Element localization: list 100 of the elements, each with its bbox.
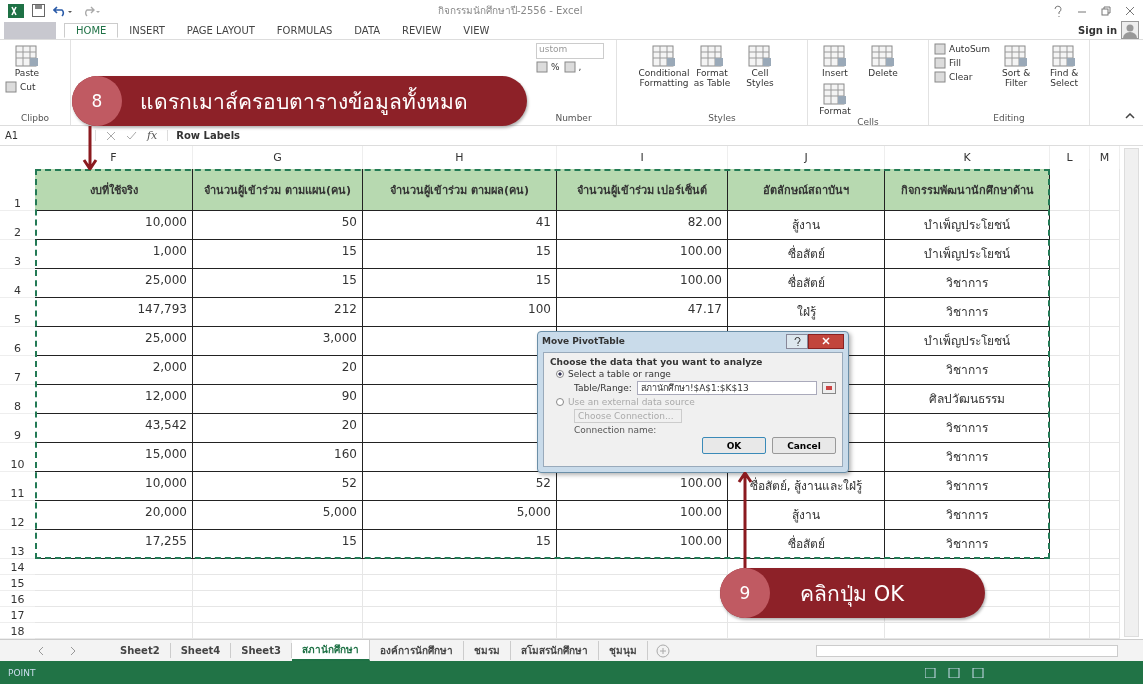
collapse-ribbon-icon[interactable] <box>1125 113 1135 119</box>
ribbon-tab[interactable]: PAGE LAYOUT <box>175 23 266 37</box>
ribbon-button[interactable]: AutoSum <box>934 43 991 55</box>
ribbon-tab[interactable]: INSERT <box>118 23 176 37</box>
row-header[interactable]: 16 <box>0 591 35 608</box>
name-box[interactable]: A1 <box>2 130 96 142</box>
command-icon <box>563 61 576 73</box>
ribbon-tab[interactable]: REVIEW <box>391 23 453 37</box>
table-icon <box>1003 43 1030 69</box>
help-icon[interactable] <box>1053 4 1063 17</box>
view-buttons-icon[interactable] <box>925 667 985 678</box>
empty-cell <box>1090 591 1120 608</box>
sheet-tab[interactable]: Sheet4 <box>170 643 232 659</box>
undo-icon[interactable] <box>53 4 73 17</box>
ribbon-button[interactable]: Fill <box>934 57 991 69</box>
table-cell: 25,000 <box>35 327 193 357</box>
formula-field[interactable]: Row Labels <box>167 130 1143 142</box>
row-header[interactable]: 4 <box>0 269 35 299</box>
ribbon-button[interactable]: Clear <box>934 71 991 83</box>
row-header[interactable]: 5 <box>0 298 35 328</box>
table-cell: 82.00 <box>557 211 728 241</box>
column-header[interactable]: L <box>1050 146 1090 170</box>
window-title: กิจกรรมนักศึกษาปี-2556 - Excel <box>438 4 584 18</box>
help-button[interactable] <box>786 333 808 349</box>
row-header[interactable]: 17 <box>0 607 35 624</box>
sheet-tab[interactable]: Sheet2 <box>110 643 171 659</box>
sign-in-link[interactable]: Sign in <box>1078 24 1117 36</box>
row-header[interactable]: 6 <box>0 327 35 357</box>
horizontal-scrollbar[interactable] <box>816 644 1118 657</box>
add-sheet-icon[interactable] <box>655 643 670 658</box>
range-field[interactable]: สภานักศึกษา!$A$1:$K$13 <box>636 381 817 396</box>
ribbon-button[interactable]: Sort & Filter <box>994 43 1039 89</box>
ribbon-tab[interactable]: FORMULAS <box>265 23 344 37</box>
group-label: Cells <box>856 116 880 127</box>
table-cell: สู้งาน <box>728 501 885 531</box>
sheet-tab[interactable]: สภานักศึกษา <box>291 640 370 662</box>
table-cell: 5,000 <box>363 501 557 531</box>
close-icon[interactable] <box>1125 5 1135 16</box>
empty-cell <box>1050 607 1090 624</box>
empty-cell <box>1050 169 1090 212</box>
sheet-tab[interactable]: สโมสรนักศึกษา <box>510 641 599 661</box>
column-header[interactable]: M <box>1090 146 1120 170</box>
dialog-prompt: Choose the data that you want to analyze <box>550 357 764 368</box>
ribbon-button[interactable]: Cell Styles <box>738 43 782 89</box>
previous-sheet-icon[interactable] <box>38 646 44 655</box>
table-cell: บำเพ็ญประโยชน์ <box>885 240 1050 270</box>
ribbon-button[interactable]: Format <box>813 80 857 117</box>
ribbon-button[interactable]: Cut <box>5 80 36 93</box>
ribbon-button[interactable]: Paste <box>5 43 49 79</box>
radio-button[interactable] <box>556 370 564 379</box>
close-button[interactable] <box>808 333 844 349</box>
row-header[interactable]: 12 <box>0 501 35 531</box>
command-icon <box>5 80 17 93</box>
table-cell: สู้งาน <box>728 211 885 241</box>
ribbon-tab[interactable]: VIEW <box>452 23 501 37</box>
ribbon-button[interactable]: , <box>563 61 582 73</box>
status-mode: POINT <box>8 667 36 678</box>
excel-logo-icon <box>8 3 24 18</box>
user-avatar-icon[interactable] <box>1121 21 1139 39</box>
row-header[interactable]: 14 <box>0 559 35 576</box>
ribbon-button[interactable]: % <box>536 61 560 73</box>
sheet-tab[interactable]: ชมรม <box>463 641 511 661</box>
insert-function-button[interactable]: fx <box>147 129 158 143</box>
table-icon <box>699 43 725 69</box>
row-header[interactable]: 11 <box>0 472 35 502</box>
next-sheet-icon[interactable] <box>70 646 76 655</box>
ribbon-button[interactable]: Format as Table <box>690 43 734 89</box>
row-header[interactable]: 9 <box>0 414 35 444</box>
vertical-scrollbar[interactable] <box>1124 148 1139 638</box>
row-header[interactable]: 8 <box>0 385 35 415</box>
option-label[interactable]: Select a table or range <box>568 369 671 380</box>
step-number: 9 <box>720 568 770 619</box>
save-icon[interactable] <box>32 4 45 17</box>
row-header[interactable]: 15 <box>0 575 35 592</box>
row-header[interactable]: 2 <box>0 211 35 241</box>
row-header[interactable]: 13 <box>0 530 35 560</box>
row-header[interactable]: 7 <box>0 356 35 386</box>
ribbon-button[interactable]: Insert <box>813 43 857 79</box>
sheet-tab[interactable]: องค์การนักศึกษา <box>369 641 464 661</box>
empty-cell <box>1050 240 1090 270</box>
empty-cell <box>1050 298 1090 328</box>
radio-button[interactable] <box>556 398 564 407</box>
table-cell: 100 <box>363 298 557 328</box>
collapse-dialog-icon[interactable] <box>822 382 836 395</box>
ok-button[interactable]: OK <box>702 437 766 455</box>
cancel-button[interactable]: Cancel <box>772 437 836 455</box>
sheet-tab[interactable]: ชุมนุม <box>598 641 648 661</box>
restore-icon[interactable] <box>1101 5 1111 16</box>
empty-cell <box>1050 327 1090 357</box>
ribbon-button[interactable]: Find & Select <box>1042 43 1087 89</box>
row-header[interactable]: 10 <box>0 443 35 473</box>
group-label: Number <box>554 113 593 123</box>
row-header[interactable]: 3 <box>0 240 35 270</box>
cancel-icon[interactable] <box>106 130 116 141</box>
ribbon-button[interactable]: Delete <box>861 43 905 79</box>
check-icon[interactable] <box>126 130 137 141</box>
ribbon-tab[interactable]: DATA <box>343 23 392 37</box>
empty-cell <box>1090 472 1120 502</box>
ribbon-tab[interactable]: HOME <box>64 22 119 38</box>
sheet-tab[interactable]: Sheet3 <box>231 643 292 659</box>
